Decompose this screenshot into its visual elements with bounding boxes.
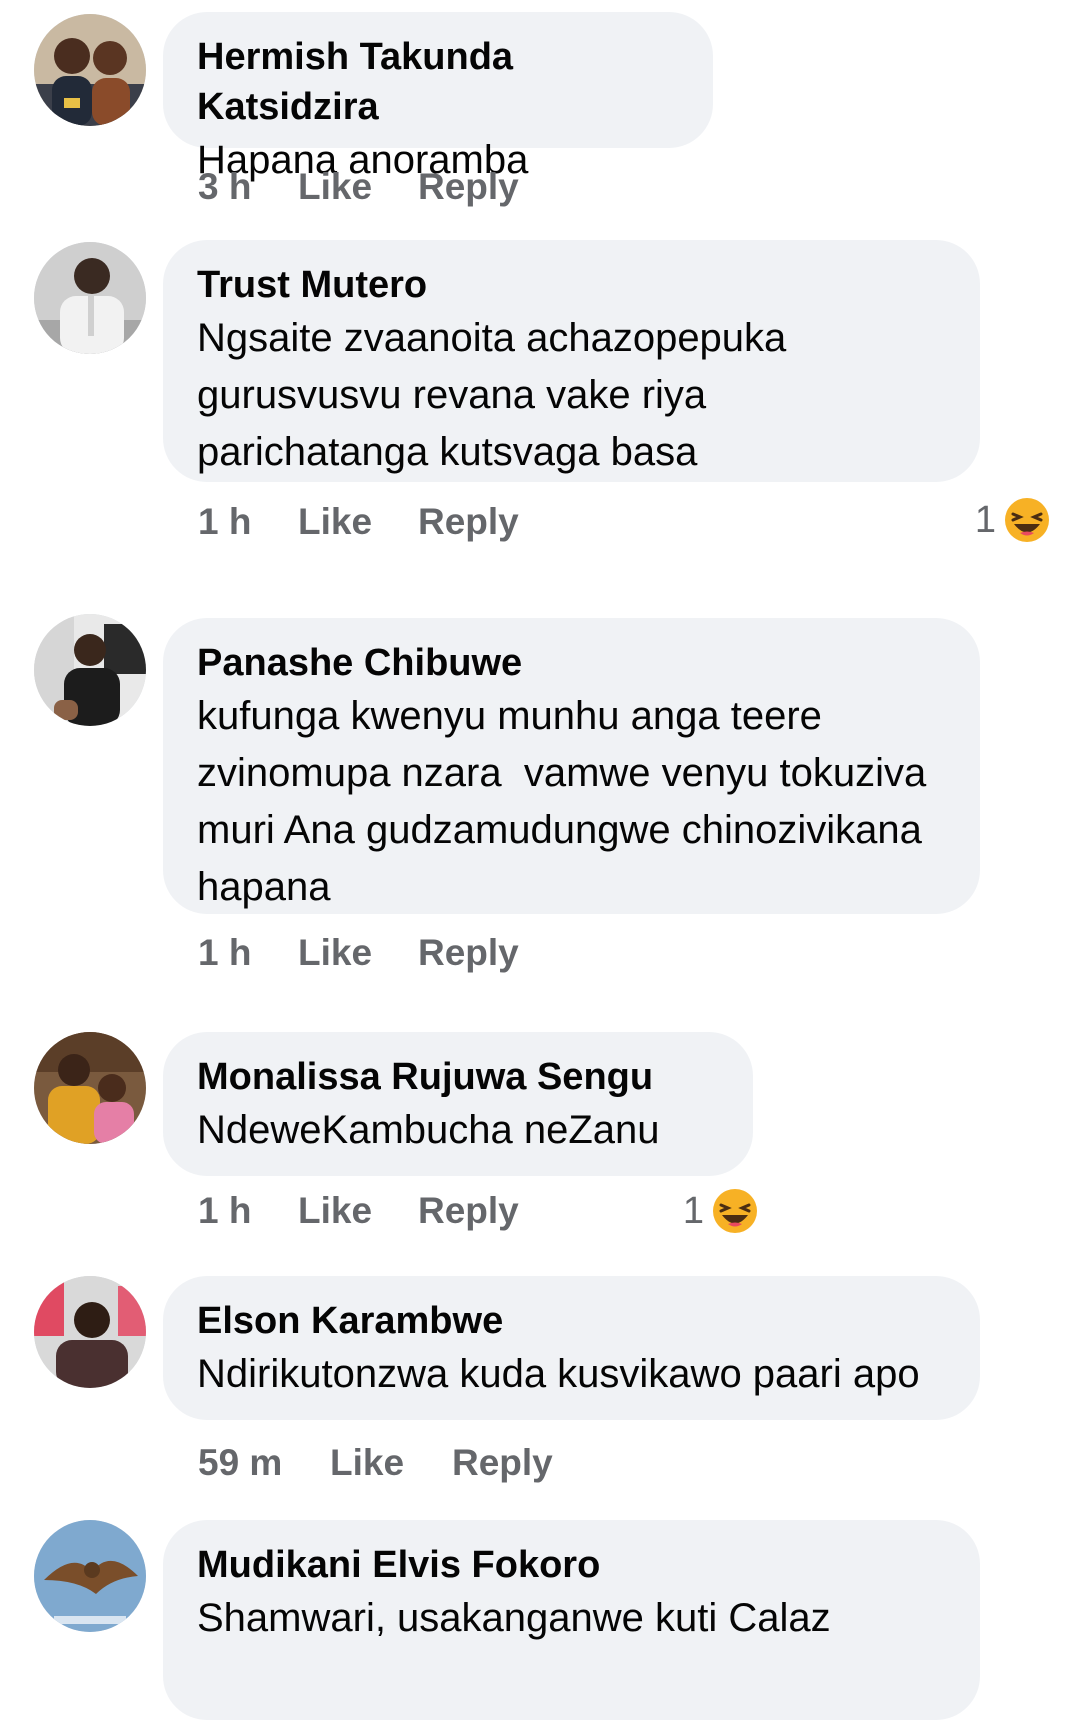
like-button[interactable]: Like [298, 928, 372, 978]
comment: Mudikani Elvis Fokoro Shamwari, usakanga… [0, 1520, 1080, 1720]
avatar-photo [34, 614, 146, 726]
reaction-count: 1 [974, 499, 996, 541]
comment: Elson Karambwe Ndirikutonzwa kuda kusvik… [0, 1276, 1080, 1483]
comment-bubble: Monalissa Rujuwa Sengu NdeweKambucha neZ… [163, 1032, 753, 1176]
avatar-photo [34, 1276, 146, 1388]
avatar-photo [34, 14, 146, 126]
comment-bubble: Trust Mutero Ngsaite zvaanoita achazopep… [163, 240, 980, 482]
reply-button[interactable]: Reply [418, 1186, 519, 1236]
comment-bubble: Hermish Takunda Katsidzira Hapana anoram… [163, 12, 713, 182]
comment-author[interactable]: Hermish Takunda Katsidzira [197, 32, 679, 132]
reaction-summary[interactable]: 1 [900, 495, 1050, 545]
like-button[interactable]: Like [298, 497, 372, 547]
avatar-photo [34, 1520, 146, 1632]
comment-timestamp[interactable]: 1 h [198, 497, 251, 547]
avatar[interactable] [34, 1520, 146, 1632]
comment: Hermish Takunda Katsidzira Hapana anoram… [0, 12, 1080, 212]
comment-timestamp[interactable]: 1 h [198, 1186, 251, 1236]
laughing-emoji-icon [1005, 498, 1049, 542]
comment-author[interactable]: Trust Mutero [197, 260, 946, 310]
comment-author[interactable]: Monalissa Rujuwa Sengu [197, 1052, 719, 1102]
reply-button[interactable]: Reply [418, 928, 519, 978]
comment-text: Ngsaite zvaanoita achazopepuka gurusvusv… [197, 316, 787, 474]
comment-timestamp[interactable]: 3 h [198, 162, 251, 212]
avatar[interactable] [34, 1032, 146, 1144]
reply-button[interactable]: Reply [418, 162, 519, 212]
comment-timestamp[interactable]: 1 h [198, 928, 251, 978]
comment-author[interactable]: Mudikani Elvis Fokoro [197, 1540, 946, 1590]
like-button[interactable]: Like [298, 162, 372, 212]
reply-button[interactable]: Reply [452, 1438, 553, 1488]
reaction-count: 1 [682, 1190, 704, 1232]
comment-bubble: Elson Karambwe Ndirikutonzwa kuda kusvik… [163, 1276, 980, 1420]
avatar-photo [34, 1032, 146, 1144]
comment-bubble: Panashe Chibuwe kufunga kwenyu munhu ang… [163, 618, 980, 914]
comment-bubble: Mudikani Elvis Fokoro Shamwari, usakanga… [163, 1520, 980, 1720]
reaction-summary[interactable]: 1 [608, 1186, 758, 1236]
comment: Trust Mutero Ngsaite zvaanoita achazopep… [0, 240, 1080, 550]
like-button[interactable]: Like [330, 1438, 404, 1488]
reply-button[interactable]: Reply [418, 497, 519, 547]
comment-text: NdeweKambucha neZanu [197, 1108, 660, 1152]
avatar[interactable] [34, 1276, 146, 1388]
like-button[interactable]: Like [298, 1186, 372, 1236]
comment-author[interactable]: Elson Karambwe [197, 1296, 946, 1346]
avatar[interactable] [34, 614, 146, 726]
comment-timestamp[interactable]: 59 m [198, 1438, 282, 1488]
comment-text: kufunga kwenyu munhu anga teere zvinomup… [197, 694, 927, 909]
laughing-emoji-icon [713, 1189, 757, 1233]
comment-text: Ndirikutonzwa kuda kusvikawo paari apo [197, 1352, 920, 1396]
comment-text: Shamwari, usakanganwe kuti Calaz [197, 1596, 831, 1640]
comment: Monalissa Rujuwa Sengu NdeweKambucha neZ… [0, 1032, 1080, 1233]
comment-author[interactable]: Panashe Chibuwe [197, 638, 946, 688]
avatar[interactable] [34, 242, 146, 354]
comment: Panashe Chibuwe kufunga kwenyu munhu ang… [0, 614, 1080, 988]
avatar-photo [34, 242, 146, 354]
avatar[interactable] [34, 14, 146, 126]
